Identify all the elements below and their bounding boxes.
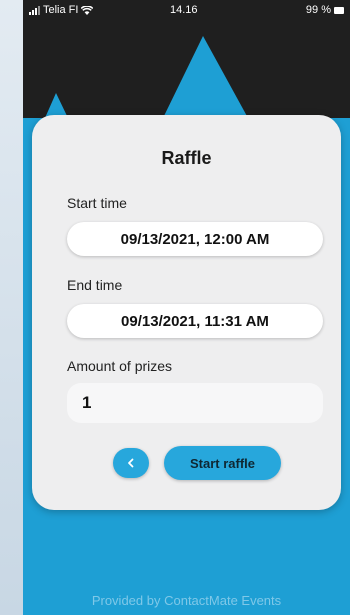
footer-credit: Provided by ContactMate Events bbox=[91, 593, 282, 608]
status-right: 99 % bbox=[306, 4, 344, 16]
status-left: Telia FI bbox=[29, 4, 94, 16]
status-bar: Telia FI 14.16 99 % bbox=[23, 0, 350, 22]
battery-icon bbox=[334, 6, 344, 14]
amount-of-prizes-label: Amount of prizes bbox=[67, 358, 173, 374]
end-time-label: End time bbox=[67, 277, 123, 293]
phone-screen: Telia FI 14.16 99 % Raffle Start time 09… bbox=[23, 0, 350, 615]
raffle-card: Raffle Start time 09/13/2021, 12:00 AM E… bbox=[32, 115, 341, 510]
start-time-field[interactable]: 09/13/2021, 12:00 AM bbox=[67, 222, 323, 256]
carrier-name: Telia FI bbox=[43, 4, 79, 16]
page-title: Raffle bbox=[161, 148, 212, 168]
background-margin bbox=[0, 0, 23, 615]
status-time: 14.16 bbox=[170, 4, 198, 16]
signal-icon bbox=[29, 5, 40, 15]
start-raffle-button[interactable]: Start raffle bbox=[164, 446, 281, 480]
chevron-left-icon bbox=[128, 458, 134, 468]
start-time-label: Start time bbox=[67, 195, 127, 211]
back-button[interactable] bbox=[113, 448, 149, 478]
end-time-field[interactable]: 09/13/2021, 11:31 AM bbox=[67, 304, 323, 338]
battery-percentage: 99 % bbox=[305, 4, 331, 16]
amount-of-prizes-input[interactable] bbox=[67, 383, 323, 423]
wifi-icon bbox=[81, 5, 94, 15]
